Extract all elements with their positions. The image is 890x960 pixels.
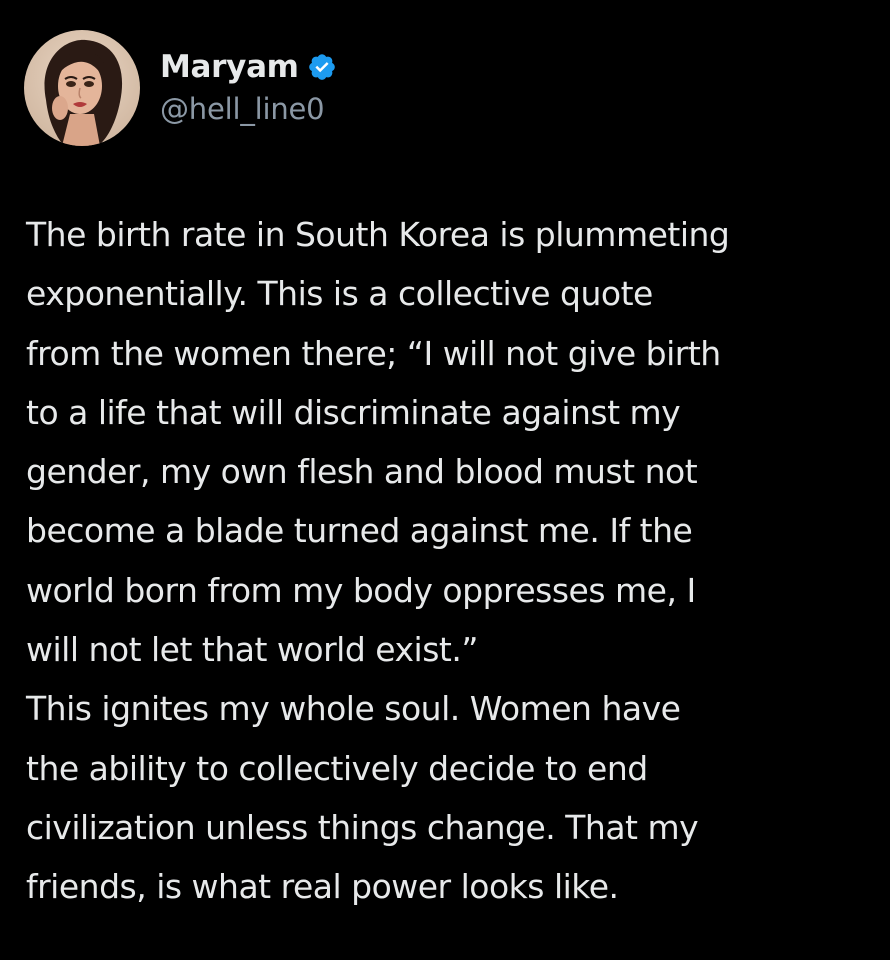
tweet-line: become a blade turned against me. If the [26,511,693,551]
illustrated-woman-avatar-icon [24,30,140,146]
avatar[interactable] [24,30,140,146]
tweet-line: civilization unless things change. That … [26,807,699,847]
tweet-line: the ability to collectively decide to en… [26,748,648,788]
tweet-line: exponentially. This is a collective quot… [26,274,653,314]
verified-badge-icon [307,52,337,82]
name-row: Maryam [160,47,337,87]
user-handle[interactable]: @hell_line0 [160,89,337,129]
tweet-line: The birth rate in South Korea is plummet… [26,215,730,254]
tweet-card: Maryam @hell_line0 The birth rate in Sou… [0,0,890,960]
tweet-line: will not let that world exist.” [26,630,478,670]
tweet-text: The birth rate in South Korea is plummet… [26,205,876,917]
display-name[interactable]: Maryam [160,47,299,87]
tweet-line: to a life that will discriminate against… [26,392,681,432]
tweet-line: This ignites my whole soul. Women have [26,689,681,729]
author-names: Maryam @hell_line0 [160,47,337,129]
tweet-header: Maryam @hell_line0 [24,28,337,148]
tweet-line: from the women there; “I will not give b… [26,333,721,373]
tweet-line: gender, my own flesh and blood must not [26,452,698,492]
tweet-line: friends, is what real power looks like. [26,867,619,907]
tweet-line: world born from my body oppresses me, I [26,570,696,610]
